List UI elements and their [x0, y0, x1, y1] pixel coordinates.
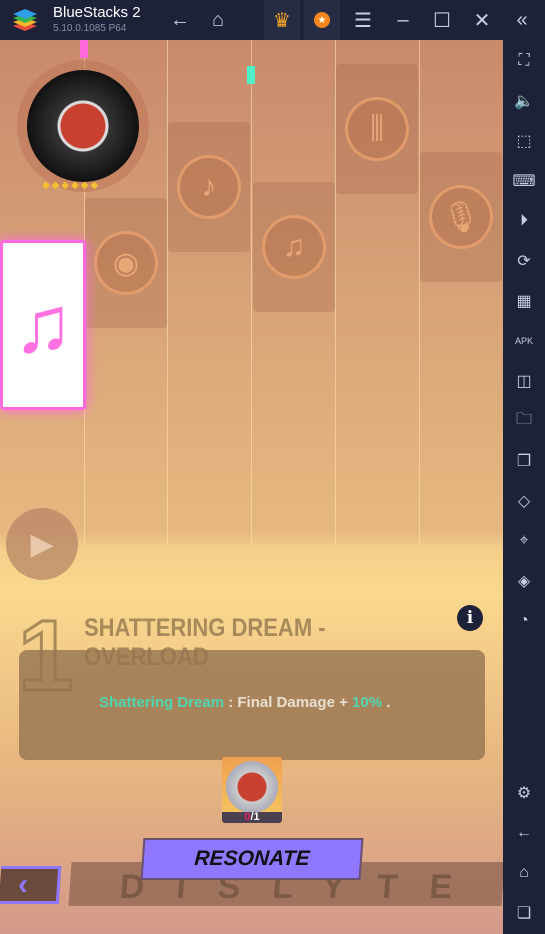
mixer-icon: ⫼: [345, 97, 409, 161]
menu-icon[interactable]: ☰: [345, 0, 381, 40]
maximize-icon[interactable]: ☐: [424, 0, 460, 40]
app-name: BlueStacks 2: [53, 4, 141, 21]
play-button[interactable]: ▶: [6, 508, 78, 580]
item-count: 0/1: [222, 812, 282, 823]
skill-description: Shattering Dream : Final Damage + 10% .: [99, 694, 390, 711]
minimize-icon[interactable]: –: [385, 0, 421, 40]
bluestacks-logo-icon: [13, 9, 37, 31]
home-icon[interactable]: ⌂: [200, 0, 236, 40]
resonate-button[interactable]: RESONATE: [140, 838, 364, 880]
desc-text: : Final Damage +: [224, 694, 353, 711]
skill-name: Shattering Dream: [99, 694, 225, 711]
microphone-icon: 🎙: [429, 185, 493, 249]
back-arrow-icon[interactable]: ←: [162, 0, 198, 40]
resonance-item[interactable]: 0/1: [222, 757, 282, 823]
beat-marker: [80, 40, 88, 58]
screenshot-icon[interactable]: ◫: [511, 368, 537, 394]
pointer-icon[interactable]: ⬚: [511, 128, 537, 154]
macro-icon[interactable]: ▦: [511, 288, 537, 314]
info-icon[interactable]: i: [457, 605, 483, 631]
lane-divider: [167, 40, 168, 545]
rotate-icon[interactable]: ⟳: [511, 248, 537, 274]
close-icon[interactable]: ✕: [464, 0, 500, 40]
count-need: /1: [250, 811, 260, 823]
right-sidebar: ⛶ 🔈 ⬚ ⌨ ⏵ ⟳ ▦ APK ◫ 🗀 ❐ ◇ ⌖ ◈ ◔ ⚙ ← ⌂ ❏: [503, 40, 545, 934]
location-icon[interactable]: ⌖: [511, 528, 537, 554]
mixer-note[interactable]: ⫼: [336, 64, 418, 194]
star-rating: ◆◆◆◆◆◆: [42, 180, 101, 191]
desc-end: .: [382, 694, 391, 711]
lane-divider: [419, 40, 420, 545]
folder-icon[interactable]: 🗀: [511, 408, 537, 434]
character-avatar: [27, 70, 139, 182]
title-bar: BlueStacks 2 5.10.0.1085 P64 ← ⌂ ♛ ★ ☰ –…: [0, 0, 545, 40]
item-avatar: [226, 761, 278, 813]
lane-divider: [251, 40, 252, 545]
keyboard-icon[interactable]: ⌨: [511, 168, 537, 194]
collapse-sidebar-icon[interactable]: «: [504, 0, 540, 40]
drum-note[interactable]: ◉: [85, 198, 167, 328]
guitar-icon: ♪: [177, 155, 241, 219]
record-icon[interactable]: ⏵: [511, 208, 537, 234]
bonus-value: 10%: [352, 694, 383, 711]
apk-icon[interactable]: APK: [511, 328, 537, 354]
reward-badge-icon[interactable]: ★: [304, 0, 340, 40]
microphone-note[interactable]: 🎙: [420, 152, 502, 282]
multi-instance-icon[interactable]: ❐: [511, 448, 537, 474]
back-icon[interactable]: ←: [511, 820, 537, 846]
crown-icon[interactable]: ♛: [264, 0, 300, 40]
back-button[interactable]: ‹: [0, 866, 62, 904]
guitar-note[interactable]: ♪: [168, 122, 250, 252]
recent-apps-icon[interactable]: ❏: [511, 900, 537, 926]
drum-icon: ◉: [94, 231, 158, 295]
beat-marker: [247, 66, 255, 84]
saxophone-note[interactable]: ♫: [253, 182, 335, 312]
skill-description-panel: Shattering Dream : Final Damage + 10% .: [19, 650, 485, 760]
active-music-note[interactable]: ♫: [0, 240, 86, 410]
character-record[interactable]: [17, 60, 149, 192]
home-icon[interactable]: ⌂: [511, 860, 537, 886]
game-view: ◉ ♪ ♫ ⫼ 🎙 ◆◆◆◆◆◆ ♫ ▶ 1 SHATTERING DREAM …: [0, 40, 503, 934]
fullscreen-icon[interactable]: ⛶: [511, 48, 537, 74]
eraser-icon[interactable]: ◇: [511, 488, 537, 514]
app-version: 5.10.0.1085 P64: [53, 23, 127, 34]
saxophone-icon: ♫: [262, 215, 326, 279]
layers-icon[interactable]: ◈: [511, 568, 537, 594]
speed-icon[interactable]: ◔: [511, 608, 537, 634]
volume-icon[interactable]: 🔈: [511, 88, 537, 114]
settings-icon[interactable]: ⚙: [511, 780, 537, 806]
